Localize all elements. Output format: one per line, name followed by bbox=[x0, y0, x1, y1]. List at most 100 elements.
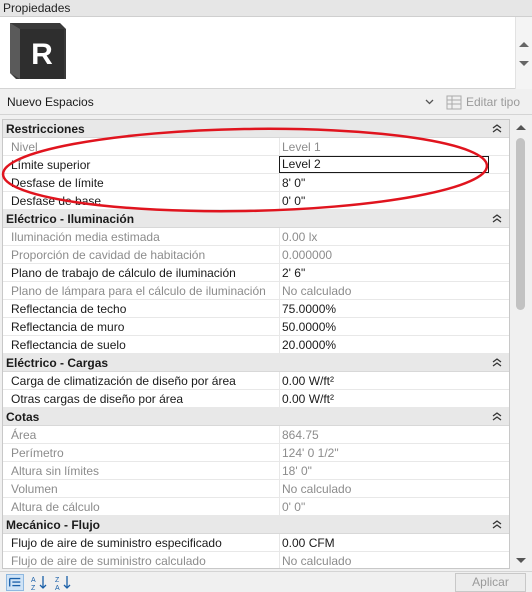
property-group-label: Cotas bbox=[6, 410, 40, 424]
property-row: Otras cargas de diseño por área 0.00 W/ft… bbox=[3, 390, 509, 408]
type-preview-scrollbar[interactable] bbox=[515, 17, 532, 89]
edit-type-button[interactable]: Editar tipo bbox=[444, 92, 530, 113]
property-row: Perímetro 124' 0 1/2" bbox=[3, 444, 509, 462]
property-name: Flujo de aire de suministro especificado bbox=[11, 536, 222, 550]
property-name: Carga de climatización de diseño por áre… bbox=[11, 374, 236, 388]
property-row: Plano de lámpara para el cálculo de ilum… bbox=[3, 282, 509, 300]
property-group-header[interactable]: Restricciones bbox=[3, 120, 509, 138]
property-row: Iluminación media estimada 0.00 lx bbox=[3, 228, 509, 246]
property-value[interactable]: 50.0000% bbox=[279, 318, 509, 336]
property-row: Límite superior Level 2 bbox=[3, 156, 509, 174]
property-row: Desfase de límite 8' 0" bbox=[3, 174, 509, 192]
scrollbar-thumb[interactable] bbox=[516, 138, 525, 310]
property-row: Plano de trabajo de cálculo de iluminaci… bbox=[3, 264, 509, 282]
property-name: Plano de lámpara para el cálculo de ilum… bbox=[11, 284, 266, 298]
property-value: No calculado bbox=[279, 480, 509, 498]
property-row: Flujo de aire de suministro calculado No … bbox=[3, 552, 509, 568]
property-row: Altura de cálculo 0' 0" bbox=[3, 498, 509, 516]
property-group-header[interactable]: Eléctrico - Cargas bbox=[3, 354, 509, 372]
property-value: Level 1 bbox=[279, 138, 509, 156]
collapse-group-icon[interactable] bbox=[491, 354, 503, 372]
property-value: 0.000000 bbox=[279, 246, 509, 264]
apply-button[interactable]: Aplicar bbox=[455, 573, 526, 592]
revit-logo-icon: R bbox=[10, 23, 66, 79]
properties-footer: A Z Z A Aplicar bbox=[0, 571, 532, 592]
property-value[interactable]: 0.00 CFM bbox=[279, 534, 509, 552]
property-name: Reflectancia de muro bbox=[11, 320, 125, 334]
property-group-header[interactable]: Cotas bbox=[3, 408, 509, 426]
scroll-down-icon[interactable] bbox=[519, 61, 529, 66]
property-name: Reflectancia de suelo bbox=[11, 338, 126, 352]
panel-title: Propiedades bbox=[0, 0, 532, 17]
property-value: No calculado bbox=[279, 552, 509, 568]
property-name: Desfase de base bbox=[11, 194, 102, 208]
property-name: Perímetro bbox=[11, 446, 64, 460]
property-name: Desfase de límite bbox=[11, 176, 104, 190]
type-selector-row: Nuevo Espacios Editar tipo bbox=[0, 90, 532, 115]
property-name: Otras cargas de diseño por área bbox=[11, 392, 184, 406]
property-value[interactable]: 0.00 W/ft² bbox=[279, 372, 509, 390]
property-value: 18' 0" bbox=[279, 462, 509, 480]
collapse-group-icon[interactable] bbox=[491, 120, 503, 138]
type-selector-value: Nuevo Espacios bbox=[7, 95, 94, 109]
property-name: Volumen bbox=[11, 482, 58, 496]
property-name: Altura de cálculo bbox=[11, 500, 100, 514]
property-name: Límite superior bbox=[11, 158, 91, 172]
property-name: Plano de trabajo de cálculo de iluminaci… bbox=[11, 266, 236, 280]
property-name: Reflectancia de techo bbox=[11, 302, 127, 316]
svg-text:R: R bbox=[31, 38, 53, 71]
property-row: Área 864.75 bbox=[3, 426, 509, 444]
property-group-header[interactable]: Eléctrico - Iluminación bbox=[3, 210, 509, 228]
edit-type-icon bbox=[446, 95, 462, 110]
property-group-header[interactable]: Mecánico - Flujo bbox=[3, 516, 509, 534]
property-row: Proporción de cavidad de habitación 0.000… bbox=[3, 246, 509, 264]
svg-text:Z: Z bbox=[55, 577, 60, 584]
properties-scrollbar[interactable] bbox=[511, 119, 530, 569]
property-name: Área bbox=[11, 428, 37, 442]
categorized-sort-icon[interactable] bbox=[6, 574, 24, 591]
sort-ascending-icon[interactable]: A Z bbox=[30, 574, 48, 591]
property-value: 0.00 lx bbox=[279, 228, 509, 246]
scroll-down-icon[interactable] bbox=[516, 558, 526, 563]
collapse-group-icon[interactable] bbox=[491, 210, 503, 228]
property-name: Altura sin límites bbox=[11, 464, 100, 478]
property-value-input[interactable]: Level 2 bbox=[279, 156, 489, 173]
property-group-label: Eléctrico - Cargas bbox=[6, 356, 109, 370]
svg-text:Z: Z bbox=[31, 585, 36, 591]
chevron-down-icon bbox=[425, 99, 434, 105]
sort-descending-icon[interactable]: Z A bbox=[54, 574, 72, 591]
property-row: Altura sin límites 18' 0" bbox=[3, 462, 509, 480]
property-value[interactable]: 8' 0" bbox=[279, 174, 509, 192]
property-value: No calculado bbox=[279, 282, 509, 300]
scroll-up-icon[interactable] bbox=[516, 125, 526, 130]
property-row: Volumen No calculado bbox=[3, 480, 509, 498]
property-row: Reflectancia de suelo 20.0000% bbox=[3, 336, 509, 354]
property-group-label: Eléctrico - Iluminación bbox=[6, 212, 135, 226]
property-group-label: Restricciones bbox=[6, 122, 85, 136]
property-row: Reflectancia de techo 75.0000% bbox=[3, 300, 509, 318]
property-row: Desfase de base 0' 0" bbox=[3, 192, 509, 210]
collapse-group-icon[interactable] bbox=[491, 516, 503, 534]
property-name: Proporción de cavidad de habitación bbox=[11, 248, 206, 262]
edit-type-label: Editar tipo bbox=[466, 95, 521, 109]
property-value: 124' 0 1/2" bbox=[279, 444, 509, 462]
scroll-up-icon[interactable] bbox=[519, 42, 529, 47]
property-name: Nivel bbox=[11, 140, 38, 154]
property-value[interactable]: 0' 0" bbox=[279, 192, 509, 210]
svg-text:A: A bbox=[31, 577, 36, 584]
properties-grid: Restricciones Nivel Level 1 Límite superior… bbox=[2, 119, 510, 569]
property-value[interactable]: 20.0000% bbox=[279, 336, 509, 354]
property-value: 864.75 bbox=[279, 426, 509, 444]
property-name: Iluminación media estimada bbox=[11, 230, 160, 244]
property-value[interactable]: 0.00 W/ft² bbox=[279, 390, 509, 408]
property-row: Carga de climatización de diseño por áre… bbox=[3, 372, 509, 390]
property-value: 0' 0" bbox=[279, 498, 509, 516]
collapse-group-icon[interactable] bbox=[491, 408, 503, 426]
property-row: Flujo de aire de suministro especificado… bbox=[3, 534, 509, 552]
property-group-label: Mecánico - Flujo bbox=[6, 518, 101, 532]
property-value[interactable]: 2' 6" bbox=[279, 264, 509, 282]
property-value[interactable]: 75.0000% bbox=[279, 300, 509, 318]
type-selector-dropdown[interactable]: Nuevo Espacios bbox=[2, 92, 438, 113]
type-preview-area: R bbox=[0, 17, 532, 89]
property-name: Flujo de aire de suministro calculado bbox=[11, 554, 206, 568]
